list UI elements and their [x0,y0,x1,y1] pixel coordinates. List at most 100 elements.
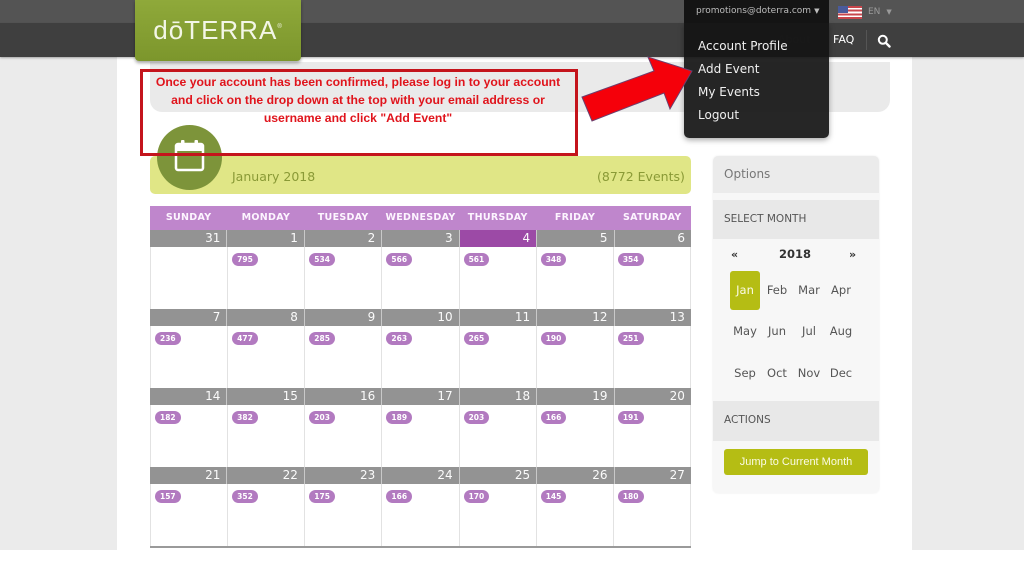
event-count-badge[interactable]: 170 [463,490,490,503]
account-dropdown-toggle[interactable]: promotions@doterra.com ▼ [684,0,829,23]
day-number[interactable]: 13 [614,309,691,326]
day-cell[interactable]: 170 [459,484,537,546]
event-count-badge[interactable]: 175 [309,490,335,503]
event-count-badge[interactable]: 180 [617,490,644,503]
day-number[interactable]: 15 [227,388,305,405]
day-number[interactable]: 21 [150,467,228,484]
event-count-badge[interactable]: 203 [309,411,335,424]
day-number[interactable]: 6 [614,230,691,247]
day-cell[interactable]: 561 [459,247,537,309]
day-cell[interactable]: 285 [305,326,383,388]
day-number[interactable]: 27 [614,467,691,484]
day-number[interactable]: 12 [537,309,615,326]
month-option-jul[interactable]: Jul [794,312,824,351]
day-cell[interactable]: 157 [150,484,229,546]
month-option-dec[interactable]: Dec [826,354,856,393]
day-cell[interactable]: 352 [228,484,306,546]
day-number[interactable]: 25 [459,467,538,484]
search-icon[interactable] [877,33,891,48]
month-option-nov[interactable]: Nov [794,354,824,393]
month-option-aug[interactable]: Aug [826,312,856,351]
event-count-badge[interactable]: 263 [386,332,413,345]
day-cell[interactable]: 534 [305,247,383,309]
day-number[interactable]: 20 [614,388,691,405]
event-count-badge[interactable]: 182 [155,411,181,424]
day-cell[interactable]: 477 [228,326,306,388]
day-cell[interactable]: 166 [536,405,614,467]
day-number[interactable]: 4 [459,230,538,247]
month-option-feb[interactable]: Feb [762,271,792,310]
event-count-badge[interactable]: 265 [463,332,490,345]
day-number[interactable]: 16 [304,388,383,405]
brand-logo[interactable]: dōTERRA ® [135,0,301,61]
day-cell[interactable]: 354 [613,247,691,309]
previous-year-button[interactable]: « [731,248,738,261]
event-count-badge[interactable]: 566 [386,253,413,266]
day-number[interactable]: 3 [382,230,460,247]
next-year-button[interactable]: » [849,248,856,261]
menu-item-my-events[interactable]: My Events [698,85,760,99]
event-count-badge[interactable]: 236 [155,332,181,345]
day-number[interactable]: 5 [537,230,615,247]
event-count-badge[interactable]: 191 [617,411,644,424]
event-count-badge[interactable]: 382 [232,411,258,424]
event-count-badge[interactable]: 190 [540,332,567,345]
month-option-oct[interactable]: Oct [762,354,792,393]
language-selector[interactable]: EN ▼ [838,5,892,19]
day-cell[interactable]: 263 [382,326,460,388]
day-number[interactable]: 17 [382,388,460,405]
day-cell[interactable]: 348 [536,247,614,309]
day-cell[interactable]: 145 [536,484,614,546]
event-count-badge[interactable]: 561 [463,253,490,266]
day-cell[interactable]: 175 [305,484,383,546]
menu-item-logout[interactable]: Logout [698,108,739,122]
month-option-jan[interactable]: Jan [730,271,760,310]
day-number[interactable]: 9 [304,309,383,326]
event-count-badge[interactable]: 348 [540,253,567,266]
day-number[interactable]: 1 [227,230,305,247]
day-number[interactable]: 26 [537,467,615,484]
month-option-mar[interactable]: Mar [794,271,824,310]
month-option-may[interactable]: May [730,312,760,351]
event-count-badge[interactable]: 285 [309,332,335,345]
day-number[interactable]: 2 [304,230,383,247]
day-cell[interactable]: 166 [382,484,460,546]
jump-to-current-month-button[interactable]: Jump to Current Month [724,449,868,475]
day-cell[interactable]: 182 [150,405,229,467]
month-option-sep[interactable]: Sep [730,354,760,393]
menu-item-add-event[interactable]: Add Event [698,62,759,76]
day-cell[interactable]: 382 [228,405,306,467]
day-number[interactable]: 19 [537,388,615,405]
day-cell[interactable]: 566 [382,247,460,309]
day-number[interactable]: 11 [459,309,538,326]
month-option-apr[interactable]: Apr [826,271,856,310]
day-number[interactable]: 10 [382,309,460,326]
event-count-badge[interactable]: 145 [540,490,567,503]
day-cell[interactable]: 203 [459,405,537,467]
day-cell[interactable]: 203 [305,405,383,467]
nav-faq-link[interactable]: FAQ [833,33,854,46]
day-cell[interactable]: 189 [382,405,460,467]
event-count-badge[interactable]: 166 [540,411,567,424]
event-count-badge[interactable]: 534 [309,253,335,266]
day-number[interactable]: 31 [150,230,228,247]
day-number[interactable]: 7 [150,309,228,326]
event-count-badge[interactable]: 477 [232,332,258,345]
event-count-badge[interactable]: 354 [617,253,644,266]
event-count-badge[interactable]: 795 [232,253,258,266]
month-option-jun[interactable]: Jun [762,312,792,351]
day-cell[interactable]: 190 [536,326,614,388]
day-cell[interactable]: 265 [459,326,537,388]
day-number[interactable]: 24 [382,467,460,484]
day-cell[interactable]: 191 [613,405,691,467]
day-cell[interactable]: 795 [228,247,306,309]
day-number[interactable]: 14 [150,388,228,405]
day-cell[interactable]: 236 [150,326,229,388]
event-count-badge[interactable]: 251 [617,332,644,345]
day-cell[interactable]: 180 [613,484,691,546]
day-cell[interactable]: 251 [613,326,691,388]
day-number[interactable]: 23 [304,467,383,484]
day-number[interactable]: 18 [459,388,538,405]
day-number[interactable]: 8 [227,309,305,326]
day-cell[interactable] [150,247,229,309]
